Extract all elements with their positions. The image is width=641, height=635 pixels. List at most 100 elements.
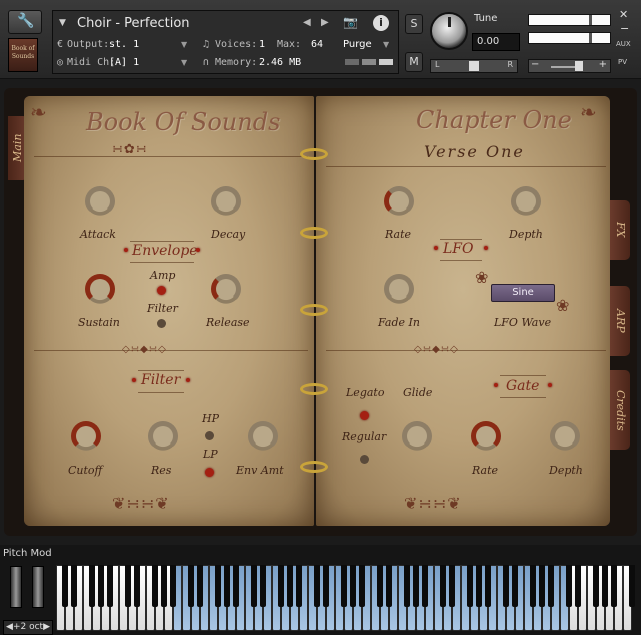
- tune-value[interactable]: 0.00: [472, 33, 520, 51]
- expand-arrow-icon[interactable]: ▼: [59, 18, 66, 28]
- black-key[interactable]: [170, 565, 176, 607]
- sustain-knob[interactable]: [83, 272, 117, 306]
- black-key[interactable]: [467, 565, 473, 607]
- wrench-button[interactable]: 🔧: [8, 10, 42, 34]
- release-knob[interactable]: [209, 272, 243, 306]
- black-key[interactable]: [593, 565, 599, 607]
- pan-slider[interactable]: L R: [430, 59, 518, 73]
- gate-rate-knob[interactable]: [469, 419, 503, 453]
- black-key[interactable]: [188, 565, 194, 607]
- octave-selector[interactable]: ◀+2 oct▶: [3, 620, 53, 635]
- prev-instrument-icon[interactable]: ◀: [303, 17, 311, 28]
- black-key[interactable]: [233, 565, 239, 607]
- lfo-rate-knob[interactable]: [382, 184, 416, 218]
- black-key[interactable]: [440, 565, 446, 607]
- black-key[interactable]: [629, 565, 635, 607]
- output-dropdown-icon[interactable]: ▼: [181, 40, 187, 49]
- black-key[interactable]: [89, 565, 95, 607]
- black-key[interactable]: [566, 565, 572, 607]
- mod-wheel[interactable]: [32, 566, 44, 608]
- close-icon[interactable]: ✕: [619, 8, 628, 21]
- octave-down-icon[interactable]: ◀: [6, 622, 13, 632]
- black-key[interactable]: [323, 565, 329, 607]
- gate-depth-knob[interactable]: [548, 419, 582, 453]
- tab-credits[interactable]: Credits: [610, 370, 630, 450]
- black-key[interactable]: [260, 565, 266, 607]
- black-key[interactable]: [422, 565, 428, 607]
- decay-knob[interactable]: [209, 184, 243, 218]
- black-key[interactable]: [152, 565, 158, 607]
- black-key[interactable]: [125, 565, 131, 607]
- black-key[interactable]: [161, 565, 167, 607]
- black-key[interactable]: [215, 565, 221, 607]
- env-amt-knob[interactable]: [246, 419, 280, 453]
- lfo-depth-knob[interactable]: [509, 184, 543, 218]
- volume-slider[interactable]: − +: [528, 59, 611, 73]
- black-key[interactable]: [251, 565, 257, 607]
- midi-channel-value[interactable]: [A] 1: [109, 57, 139, 68]
- black-key[interactable]: [341, 565, 347, 607]
- black-key[interactable]: [404, 565, 410, 607]
- black-key[interactable]: [548, 565, 554, 607]
- next-instrument-icon[interactable]: ▶: [321, 17, 329, 28]
- regular-toggle[interactable]: [360, 455, 369, 464]
- pan-handle[interactable]: [469, 61, 479, 71]
- camera-icon[interactable]: 📷: [343, 15, 358, 29]
- black-key[interactable]: [476, 565, 482, 607]
- mute-button[interactable]: M: [405, 52, 423, 72]
- aux-label[interactable]: AUX: [616, 40, 631, 48]
- black-key[interactable]: [530, 565, 536, 607]
- black-key[interactable]: [413, 565, 419, 607]
- black-key[interactable]: [71, 565, 77, 607]
- volume-handle[interactable]: [575, 61, 583, 71]
- octave-up-icon[interactable]: ▶: [43, 622, 50, 632]
- pitch-wheel[interactable]: [10, 566, 22, 608]
- cutoff-knob[interactable]: [69, 419, 103, 453]
- fade-in-knob[interactable]: [382, 272, 416, 306]
- black-key[interactable]: [539, 565, 545, 607]
- black-key[interactable]: [611, 565, 617, 607]
- black-key[interactable]: [197, 565, 203, 607]
- black-key[interactable]: [602, 565, 608, 607]
- purge-button[interactable]: Purge: [343, 39, 372, 50]
- purge-dropdown-icon[interactable]: ▼: [383, 40, 389, 49]
- tab-arp[interactable]: ARP: [610, 286, 630, 356]
- black-key[interactable]: [98, 565, 104, 607]
- midi-dropdown-icon[interactable]: ▼: [181, 58, 187, 67]
- black-key[interactable]: [512, 565, 518, 607]
- lp-toggle[interactable]: [205, 468, 214, 477]
- black-key[interactable]: [485, 565, 491, 607]
- black-key[interactable]: [134, 565, 140, 607]
- legato-toggle[interactable]: [360, 411, 369, 420]
- amp-toggle[interactable]: [157, 286, 166, 295]
- black-key[interactable]: [359, 565, 365, 607]
- max-voices-value[interactable]: 64: [311, 39, 323, 50]
- black-key[interactable]: [314, 565, 320, 607]
- black-key[interactable]: [503, 565, 509, 607]
- minimize-icon[interactable]: −: [620, 22, 629, 35]
- info-button[interactable]: i: [373, 15, 389, 31]
- glide-knob[interactable]: [400, 419, 434, 453]
- instrument-title[interactable]: Choir - Perfection: [77, 16, 190, 31]
- black-key[interactable]: [350, 565, 356, 607]
- black-key[interactable]: [377, 565, 383, 607]
- solo-button[interactable]: S: [405, 14, 423, 34]
- res-knob[interactable]: [146, 419, 180, 453]
- black-key[interactable]: [107, 565, 113, 607]
- black-key[interactable]: [224, 565, 230, 607]
- black-key[interactable]: [296, 565, 302, 607]
- attack-knob[interactable]: [83, 184, 117, 218]
- black-key[interactable]: [449, 565, 455, 607]
- black-key[interactable]: [278, 565, 284, 607]
- lfo-wave-selector[interactable]: Sine: [491, 284, 555, 302]
- hp-toggle[interactable]: [205, 431, 214, 440]
- tune-knob[interactable]: [430, 12, 468, 50]
- output-value[interactable]: st. 1: [109, 39, 139, 50]
- black-key[interactable]: [62, 565, 68, 607]
- black-key[interactable]: [287, 565, 293, 607]
- black-key[interactable]: [386, 565, 392, 607]
- filter-env-toggle[interactable]: [157, 319, 166, 328]
- instrument-thumbnail[interactable]: Book of Sounds: [8, 38, 38, 72]
- pv-label[interactable]: PV: [618, 58, 627, 66]
- tab-fx[interactable]: FX: [610, 200, 630, 260]
